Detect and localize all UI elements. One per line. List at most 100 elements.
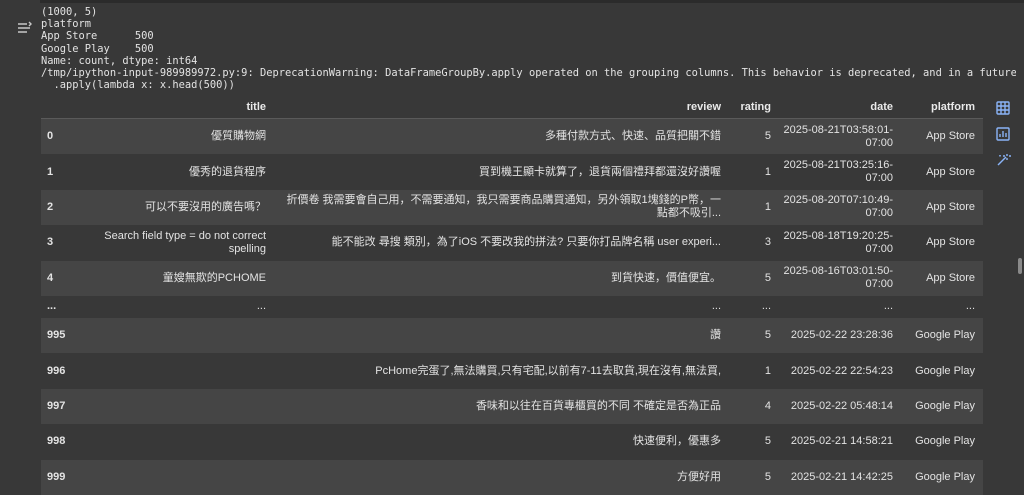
magic-wand-icon[interactable] (990, 148, 1016, 172)
table-cell-rating: 5 (729, 424, 779, 460)
table-row: 999 方便好用 5 2025-02-21 14:42:25 Google Play (41, 459, 983, 495)
table-cell-date: 2025-08-16T03:01:50-07:00 (779, 260, 901, 296)
table-cell-platform: ... (901, 295, 983, 318)
table-cell-title (79, 459, 274, 495)
table-cell-date: 2025-08-21T03:58:01-07:00 (779, 118, 901, 155)
table-row: 0 優質購物網 多種付款方式、快速、品質把關不錯 5 2025-08-21T03:58:… (41, 118, 983, 155)
table-cell-title: ... (79, 295, 274, 318)
table-row: 995 讚 5 2025-02-22 23:28:36 Google Play (41, 317, 983, 354)
table-cell-date: 2025-02-21 14:58:21 (779, 424, 901, 460)
table-cell-review: 能不能改 尋搜 類別，為了iOS 不要改我的拼法? 只要你打品牌名稱 user … (274, 225, 729, 261)
table-row: .................. (41, 295, 983, 318)
table-cell-idx: 998 (41, 424, 79, 460)
table-cell-review: 買到機王顯卡就算了，退貨兩個禮拜都還沒好讚喔 (274, 154, 729, 190)
dataframe-output: title review rating date platform 0 優質購物網 多種付款… (41, 96, 983, 495)
table-row: 3 Search field type = do not correct spel… (41, 225, 983, 261)
table-cell-idx: 996 (41, 353, 79, 389)
table-cell-platform: App Store (901, 118, 983, 155)
output-stream: (1000, 5) platform App Store 500 Google Pla… (41, 6, 1016, 98)
table-cell-rating: 1 (729, 189, 779, 226)
table-cell-idx: 999 (41, 459, 79, 495)
output-line: .apply(lambda x: x.head(500)) (41, 79, 235, 92)
table-cell-platform: Google Play (901, 459, 983, 495)
table-cell-rating: 5 (729, 118, 779, 155)
table-cell-rating: 5 (729, 459, 779, 495)
table-cell-date: 2025-08-20T07:10:49-07:00 (779, 189, 901, 226)
table-cell-title (79, 388, 274, 425)
dataframe-table: title review rating date platform 0 優質購物網 多種付款… (41, 96, 983, 495)
table-cell-platform: App Store (901, 225, 983, 261)
table-row: 1 優秀的退貨程序 買到機王顯卡就算了，退貨兩個禮拜都還沒好讚喔 1 2025-08-2… (41, 154, 983, 190)
table-header-row: title review rating date platform (41, 96, 983, 119)
column-header: rating (729, 96, 779, 119)
table-row: 2 可以不要沒用的廣告嗎？ 折價卷 我需要會自己用，不需要通知，我只需要商品購買通知… (41, 189, 983, 226)
table-cell-idx: 2 (41, 189, 79, 226)
table-icon[interactable] (990, 96, 1016, 120)
table-cell-idx: 997 (41, 388, 79, 425)
column-header: date (779, 96, 901, 119)
scrollbar-thumb[interactable] (1018, 258, 1022, 274)
table-cell-idx: 1 (41, 154, 79, 190)
output-line: /tmp/ipython-input-989989972.py:9: Depre… (41, 67, 1016, 80)
table-cell-title: 可以不要沒用的廣告嗎？ (79, 189, 274, 226)
table-cell-date: 2025-02-22 22:54:23 (779, 353, 901, 389)
table-cell-review: PcHome完蛋了,無法購買,只有宅配,以前有7-11去取貨,現在沒有,無法買, (274, 353, 729, 389)
output-line: (1000, 5) (41, 6, 98, 18)
output-line: Google Play 500 (41, 42, 154, 55)
table-cell-platform: Google Play (901, 353, 983, 389)
column-header: review (274, 96, 729, 119)
table-cell-review: 讚 (274, 317, 729, 354)
table-cell-title: Search field type = do not correct spell… (79, 225, 274, 261)
table-row: 998 快速便利，優惠多 5 2025-02-21 14:58:21 Google Pl… (41, 424, 983, 460)
table-cell-date: 2025-02-21 14:42:25 (779, 459, 901, 495)
table-cell-title (79, 317, 274, 354)
table-cell-platform: App Store (901, 260, 983, 296)
table-cell-date: 2025-02-22 05:48:14 (779, 388, 901, 425)
table-cell-platform: Google Play (901, 388, 983, 425)
table-cell-review: 多種付款方式、快速、品質把關不錯 (274, 118, 729, 155)
table-cell-rating: 3 (729, 225, 779, 261)
output-line: platform (41, 18, 92, 31)
table-row: 996 PcHome完蛋了,無法購買,只有宅配,以前有7-11去取貨,現在沒有,無… (41, 353, 983, 389)
table-cell-rating: 1 (729, 353, 779, 389)
table-cell-idx: 3 (41, 225, 79, 261)
table-cell-date: ... (779, 295, 901, 318)
table-cell-platform: App Store (901, 154, 983, 190)
table-cell-title: 童嫂無欺的PCHOME (79, 260, 274, 296)
chart-icon[interactable] (990, 122, 1016, 146)
table-row: 997 香味和以往在百貨專櫃買的不同 不確定是否為正品 4 2025-02-22 05… (41, 388, 983, 425)
table-cell-platform: Google Play (901, 424, 983, 460)
output-line: App Store 500 (41, 30, 154, 43)
table-cell-date: 2025-02-22 23:28:36 (779, 317, 901, 354)
table-cell-date: 2025-08-21T03:25:16-07:00 (779, 154, 901, 190)
cell-divider (40, 0, 1024, 3)
column-header: platform (901, 96, 983, 119)
table-cell-idx: 0 (41, 118, 79, 155)
table-cell-platform: App Store (901, 189, 983, 226)
table-cell-idx: 4 (41, 260, 79, 296)
table-cell-idx: 995 (41, 317, 79, 354)
table-cell-rating: 1 (729, 154, 779, 190)
table-cell-title (79, 353, 274, 389)
table-cell-review: 到貨快速，價值便宜。 (274, 260, 729, 296)
table-cell-rating: ... (729, 295, 779, 318)
table-cell-review: 折價卷 我需要會自己用，不需要通知，我只需要商品購買通知，另外領取1塊錢的P幣，… (274, 189, 729, 226)
table-cell-title (79, 424, 274, 460)
table-cell-review: 方便好用 (274, 459, 729, 495)
table-cell-idx: ... (41, 295, 79, 318)
column-header (41, 96, 79, 119)
table-cell-review: 香味和以往在百貨專櫃買的不同 不確定是否為正品 (274, 388, 729, 425)
output-settings-icon[interactable] (14, 20, 34, 40)
table-cell-rating: 5 (729, 317, 779, 354)
table-cell-title: 優質購物網 (79, 118, 274, 155)
output-line: Name: count, dtype: int64 (41, 54, 198, 67)
table-cell-platform: Google Play (901, 317, 983, 354)
table-cell-rating: 4 (729, 388, 779, 425)
table-cell-date: 2025-08-18T19:20:25-07:00 (779, 225, 901, 261)
table-cell-rating: 5 (729, 260, 779, 296)
table-cell-review: 快速便利，優惠多 (274, 424, 729, 460)
cell-gutter (0, 0, 40, 495)
table-cell-title: 優秀的退貨程序 (79, 154, 274, 190)
output-actions (990, 96, 1016, 174)
table-row: 4 童嫂無欺的PCHOME 到貨快速，價值便宜。 5 2025-08-16T03:01:… (41, 260, 983, 296)
